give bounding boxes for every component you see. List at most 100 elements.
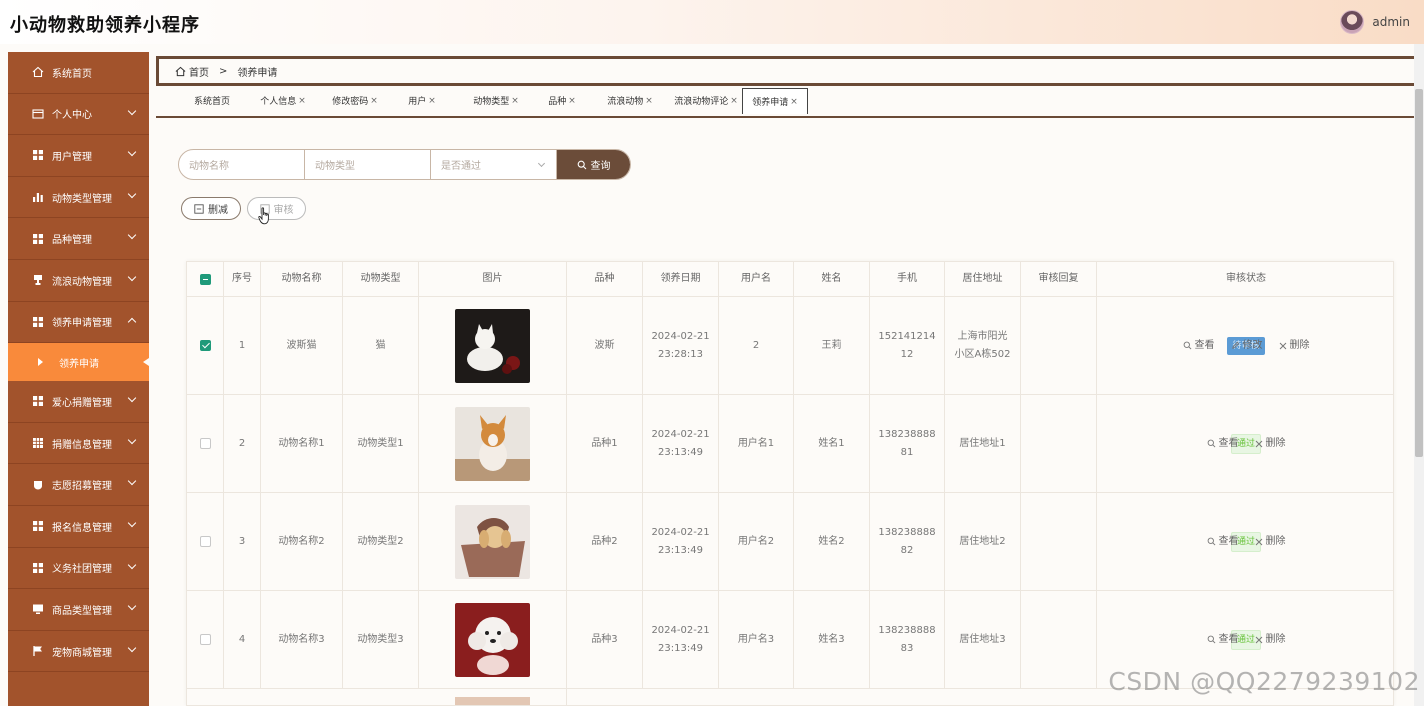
actions-cell: 查看 删除 [1097,395,1393,492]
animal-name-input[interactable]: 动物名称 [179,150,305,179]
tab-4[interactable]: 用户 × [393,88,451,113]
caret-right-icon [38,358,43,367]
username-cell: 用户名3 [719,591,794,688]
username[interactable]: admin [1372,15,1410,29]
bar-chart-icon [32,191,44,203]
edit-button[interactable]: 修改 [1231,337,1263,355]
delete-row-button[interactable]: 删除 [1255,631,1286,649]
animal-type-cell: 猫 [343,297,419,394]
row-checkbox[interactable] [199,340,211,351]
query-label: 查询 [590,161,611,172]
avatar[interactable] [1340,10,1365,34]
breed-cell: 品种3 [567,591,643,688]
address-line-2: 小区A栋502 [954,348,1011,360]
sidebar-item-14[interactable]: 宠物商城管理 [8,631,149,673]
checkbox-cell [187,297,224,394]
delete-row-button[interactable]: 删除 [1255,533,1286,551]
adopt-time: 23:13:49 [658,544,703,556]
white-cat-photo [455,308,530,383]
row-checkbox[interactable] [199,438,211,449]
adopt-date: 2024-02-21 [651,624,710,636]
scrollbar-thumb[interactable] [1415,89,1423,457]
close-icon[interactable]: × [568,96,576,106]
view-button[interactable]: 查看 [1207,631,1239,649]
sidebar-item-10[interactable]: 志愿招募管理 [8,464,149,506]
close-icon[interactable]: × [428,96,436,106]
sidebar-subitem-adoption-apply[interactable]: 领养申请 [8,343,149,382]
select-all-checkbox[interactable] [199,273,211,285]
tab-8[interactable]: 流浪动物评论 × [670,88,742,113]
sidebar-item-9[interactable]: 捐赠信息管理 [8,423,149,465]
sidebar-item-7[interactable]: 领养申请管理 [8,302,149,344]
animal-type-input[interactable]: 动物类型 [305,150,431,179]
view-button[interactable]: 查看 [1207,533,1239,551]
column-header: 序号 [232,273,252,284]
sidebar-item-5[interactable]: 品种管理 [8,218,149,260]
reply-cell [1021,591,1097,688]
view-button[interactable]: 查看 [1183,337,1215,355]
close-icon[interactable]: × [645,96,653,106]
sidebar-item-2[interactable]: 个人中心 [8,94,149,136]
page-scrollbar[interactable] [1414,44,1424,706]
sidebar-item-label: 动物类型管理 [52,193,112,205]
query-button[interactable]: 查询 [557,150,630,179]
sidebar-item-1[interactable]: 系统首页 [8,52,149,94]
tab-7[interactable]: 流浪动物 × [599,88,661,113]
sidebar-item-11[interactable]: 报名信息管理 [8,506,149,548]
sidebar-item-label: 用户管理 [52,151,92,163]
row-checkbox[interactable] [199,536,211,547]
animal-type-cell: 动物类型3 [343,591,419,688]
phone-line-1: 138238888 [878,428,936,440]
close-icon[interactable]: × [511,96,519,106]
address-line-1: 居住地址3 [959,633,1006,645]
animal-type-cell: 动物类型2 [343,493,419,590]
active-pointer-icon [143,358,149,367]
animal-name-cell: 动物名称3 [261,591,343,688]
review-button[interactable]: 审核 [247,197,306,220]
row-index: 2 [238,437,246,449]
sidebar-item-13[interactable]: 商品类型管理 [8,589,149,631]
close-icon[interactable]: × [790,97,798,107]
animal-type: 动物类型1 [357,437,404,449]
adopt-date: 2024-02-21 [651,428,710,440]
tab-5[interactable]: 动物类型 × [461,88,531,113]
view-button[interactable]: 查看 [1207,435,1239,453]
sidebar-item-6[interactable]: 流浪动物管理 [8,260,149,302]
sidebar-subitem-label: 领养申请 [59,358,99,370]
grid-icon [32,562,44,574]
sidebar-item-4[interactable]: 动物类型管理 [8,177,149,219]
row-checkbox[interactable] [199,634,211,645]
action-label: 查看 [1218,535,1239,547]
delete-row-button[interactable]: 删除 [1255,435,1286,453]
sidebar: 系统首页 个人中心用户管理动物类型管理品种管理 流浪动物管理 领养申请管理领养申请爱心… [8,52,149,706]
close-icon[interactable]: × [730,96,738,106]
tab-3[interactable]: 修改密码 × [319,88,391,113]
action-label: 查看 [1194,339,1215,351]
table-row: 3 动物名称2 动物类型2 品种2 2024-02-21 23:13:49 用户名2 姓名2 1… [187,493,1393,591]
tab-1[interactable]: 系统首页 [178,88,246,113]
top-bar: 小动物救助领养小程序 admin [0,0,1424,44]
sidebar-item-12[interactable]: 义务社团管理 [8,548,149,590]
sidebar-item-3[interactable]: 用户管理 [8,135,149,177]
tab-6[interactable]: 品种 × [534,88,590,113]
user-menu[interactable]: admin [1340,10,1410,34]
close-icon[interactable]: × [370,96,378,106]
breadcrumb-home[interactable]: 首页 [175,64,209,79]
phone-line-1: 138238888 [878,526,936,538]
animal-name-cell: 动物名称1 [261,395,343,492]
address-line-1: 居住地址1 [959,437,1006,449]
tab-2[interactable]: 个人信息 × [248,88,318,113]
sidebar-item-label: 宠物商城管理 [52,647,112,659]
tab-9[interactable]: 领养申请 × [742,88,808,114]
delete-row-button[interactable]: 删除 [1279,337,1310,355]
close-icon[interactable]: × [298,96,306,106]
username-cell: 2 [719,297,794,394]
approved-select[interactable]: 是否通过 [431,150,557,179]
delete-button[interactable]: 删减 [181,197,241,220]
column-header-cell: 手机 [870,262,945,296]
address-line-1: 上海市阳光 [957,330,1008,342]
name-cell: 姓名2 [794,493,870,590]
sidebar-item-8[interactable]: 爱心捐赠管理 [8,381,149,423]
action-label: 修改 [1242,339,1263,351]
phone-line-2: 81 [900,446,914,458]
